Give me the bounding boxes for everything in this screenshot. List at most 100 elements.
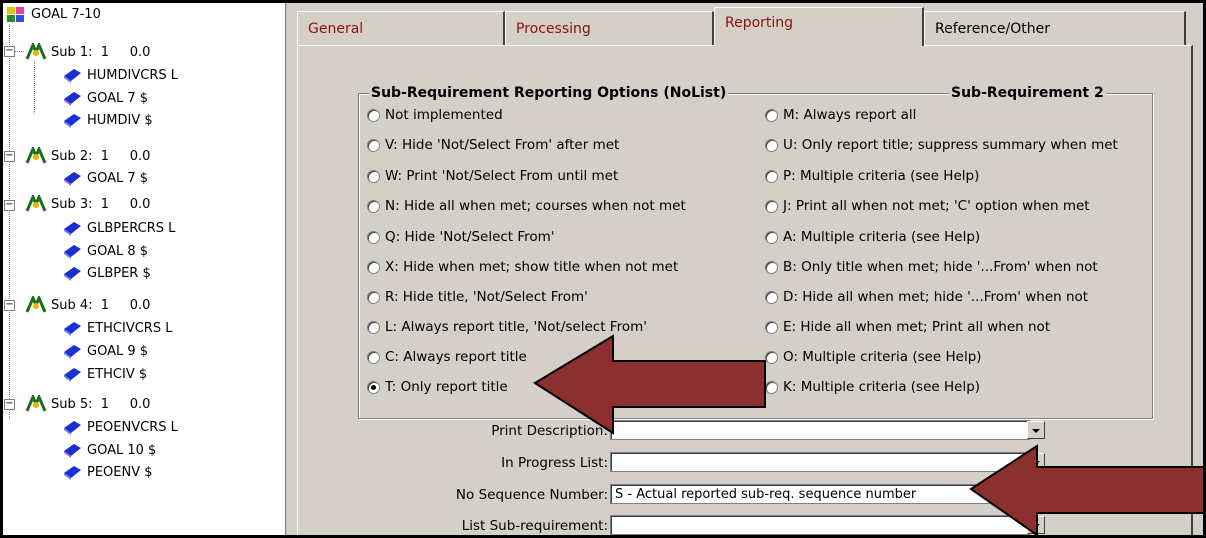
- book-icon: [64, 421, 81, 435]
- option-a[interactable]: A: Multiple criteria (see Help): [765, 227, 980, 247]
- tree-leaf[interactable]: HUMDIV $: [61, 109, 153, 131]
- radio-button[interactable]: [367, 138, 380, 152]
- option-b[interactable]: B: Only title when met; hide '...From' w…: [765, 257, 1098, 277]
- option-d[interactable]: D: Hide all when met; hide '...From' whe…: [765, 287, 1088, 307]
- radio-button-selected[interactable]: [367, 380, 380, 394]
- tree-leaf-label: ETHCIVCRS L: [87, 320, 173, 336]
- radio-button[interactable]: [367, 260, 380, 274]
- tab-label: General: [308, 21, 364, 37]
- expander-sub5[interactable]: −: [4, 399, 15, 410]
- sub-requirement-icon: [25, 43, 47, 60]
- tree-root[interactable]: GOAL 7-10: [5, 3, 101, 25]
- dropdown-button[interactable]: [1027, 421, 1045, 439]
- tree-leaf-label: ETHCIV $: [87, 366, 148, 382]
- group-title: Sub-Requirement Reporting Options (NoLis…: [369, 85, 729, 101]
- tree-node-sub5[interactable]: Sub 5: 1 0.0: [25, 393, 150, 415]
- radio-button[interactable]: [367, 350, 380, 364]
- tree-leaf[interactable]: GOAL 7 $: [61, 167, 148, 189]
- option-label: W: Print 'Not/Select From until met: [385, 168, 619, 184]
- option-p[interactable]: P: Multiple criteria (see Help): [765, 166, 979, 186]
- tab-reporting[interactable]: Reporting: [714, 7, 924, 46]
- book-icon: [64, 368, 81, 382]
- tree-leaf-label: GOAL 10 $: [87, 442, 157, 458]
- option-e[interactable]: E: Hide all when met; Print all when not: [765, 317, 1050, 337]
- expander-sub4[interactable]: −: [4, 300, 15, 311]
- option-label: T: Only report title: [385, 379, 508, 395]
- option-q[interactable]: Q: Hide 'Not/Select From': [367, 227, 555, 247]
- option-label: X: Hide when met; show title when not me…: [385, 259, 679, 275]
- book-icon: [64, 172, 81, 186]
- option-v[interactable]: V: Hide 'Not/Select From' after met: [367, 135, 619, 155]
- list-sub-requirement-combo[interactable]: [610, 515, 1030, 535]
- tree-leaf-label: HUMDIVCRS L: [87, 67, 178, 83]
- radio-button[interactable]: [765, 199, 778, 213]
- tree-leaf[interactable]: ETHCIVCRS L: [61, 317, 172, 339]
- tree-leaf[interactable]: PEOENVCRS L: [61, 416, 178, 438]
- radio-button[interactable]: [765, 320, 778, 334]
- option-label: K: Multiple criteria (see Help): [783, 379, 981, 395]
- option-w[interactable]: W: Print 'Not/Select From until met: [367, 166, 618, 186]
- radio-button[interactable]: [367, 108, 380, 122]
- tree-leaf[interactable]: GOAL 8 $: [61, 240, 148, 262]
- option-j[interactable]: J: Print all when not met; 'C' option wh…: [765, 196, 1090, 216]
- option-o[interactable]: O: Multiple criteria (see Help): [765, 347, 982, 367]
- tree-leaf[interactable]: GOAL 7 $: [61, 87, 148, 109]
- tree-leaf[interactable]: ETHCIV $: [61, 363, 147, 385]
- radio-button[interactable]: [367, 290, 380, 304]
- option-u[interactable]: U: Only report title; suppress summary w…: [765, 135, 1118, 155]
- option-x[interactable]: X: Hide when met; show title when not me…: [367, 257, 678, 277]
- radio-button[interactable]: [765, 260, 778, 274]
- annotation-arrow-right: [969, 444, 1203, 535]
- radio-button[interactable]: [765, 290, 778, 304]
- tree-leaf[interactable]: PEOENV $: [61, 461, 153, 483]
- book-icon: [64, 92, 81, 106]
- tree-leaf-label: GOAL 7 $: [87, 90, 149, 106]
- option-label: D: Hide all when met; hide '...From' whe…: [783, 289, 1089, 305]
- tree-leaf-label: PEOENV $: [87, 464, 153, 480]
- radio-button[interactable]: [765, 138, 778, 152]
- tab-reference-other[interactable]: Reference/Other: [924, 11, 1186, 45]
- option-label: V: Hide 'Not/Select From' after met: [385, 137, 620, 153]
- tree-leaf[interactable]: GOAL 9 $: [61, 340, 148, 362]
- option-label: Q: Hide 'Not/Select From': [385, 229, 555, 245]
- requirement-tree[interactable]: GOAL 7-10 − Sub 1: 1 0.0 HUMDIVCRS L GOA…: [3, 3, 286, 535]
- radio-button[interactable]: [765, 108, 778, 122]
- tab-processing[interactable]: Processing: [505, 11, 714, 45]
- tree-leaf[interactable]: HUMDIVCRS L: [61, 64, 178, 86]
- expander-sub1[interactable]: −: [4, 46, 15, 57]
- tree-node-sub1[interactable]: Sub 1: 1 0.0: [25, 41, 150, 63]
- sub-requirement-icon: [25, 147, 47, 164]
- tree-node-sub3[interactable]: Sub 3: 1 0.0: [25, 193, 150, 215]
- option-k[interactable]: K: Multiple criteria (see Help): [765, 377, 980, 397]
- no-sequence-number-combo[interactable]: S - Actual reported sub-req. sequence nu…: [610, 484, 1030, 504]
- radio-button[interactable]: [765, 169, 778, 183]
- tree-node-sub4[interactable]: Sub 4: 1 0.0: [25, 294, 150, 316]
- option-not-implemented[interactable]: Not implemented: [367, 105, 503, 125]
- book-icon: [64, 69, 81, 83]
- radio-button[interactable]: [367, 169, 380, 183]
- option-label: O: Multiple criteria (see Help): [783, 349, 982, 365]
- option-n[interactable]: N: Hide all when met; courses when not m…: [367, 196, 686, 216]
- option-t[interactable]: T: Only report title: [367, 377, 508, 397]
- radio-button[interactable]: [765, 230, 778, 244]
- expander-sub2[interactable]: −: [4, 151, 15, 162]
- no-sequence-number-label: No Sequence Number:: [455, 487, 608, 503]
- option-m[interactable]: M: Always report all: [765, 105, 916, 125]
- tree-leaf[interactable]: GLBPERCRS L: [61, 217, 175, 239]
- radio-button[interactable]: [367, 199, 380, 213]
- tree-leaf-label: GOAL 7 $: [87, 170, 149, 186]
- option-c[interactable]: C: Always report title: [367, 347, 527, 367]
- expander-sub3[interactable]: −: [4, 200, 15, 211]
- radio-button[interactable]: [367, 320, 380, 334]
- in-progress-list-combo[interactable]: [610, 452, 1030, 472]
- option-label: M: Always report all: [783, 107, 917, 123]
- tree-leaf[interactable]: GLBPER $: [61, 262, 151, 284]
- radio-button[interactable]: [367, 230, 380, 244]
- book-icon: [64, 444, 81, 458]
- book-icon: [64, 322, 81, 336]
- tree-leaf[interactable]: GOAL 10 $: [61, 439, 156, 461]
- option-label: C: Always report title: [385, 349, 527, 365]
- option-r[interactable]: R: Hide title, 'Not/Select From': [367, 287, 588, 307]
- tab-general[interactable]: General: [297, 11, 505, 45]
- tree-node-sub2[interactable]: Sub 2: 1 0.0: [25, 145, 150, 167]
